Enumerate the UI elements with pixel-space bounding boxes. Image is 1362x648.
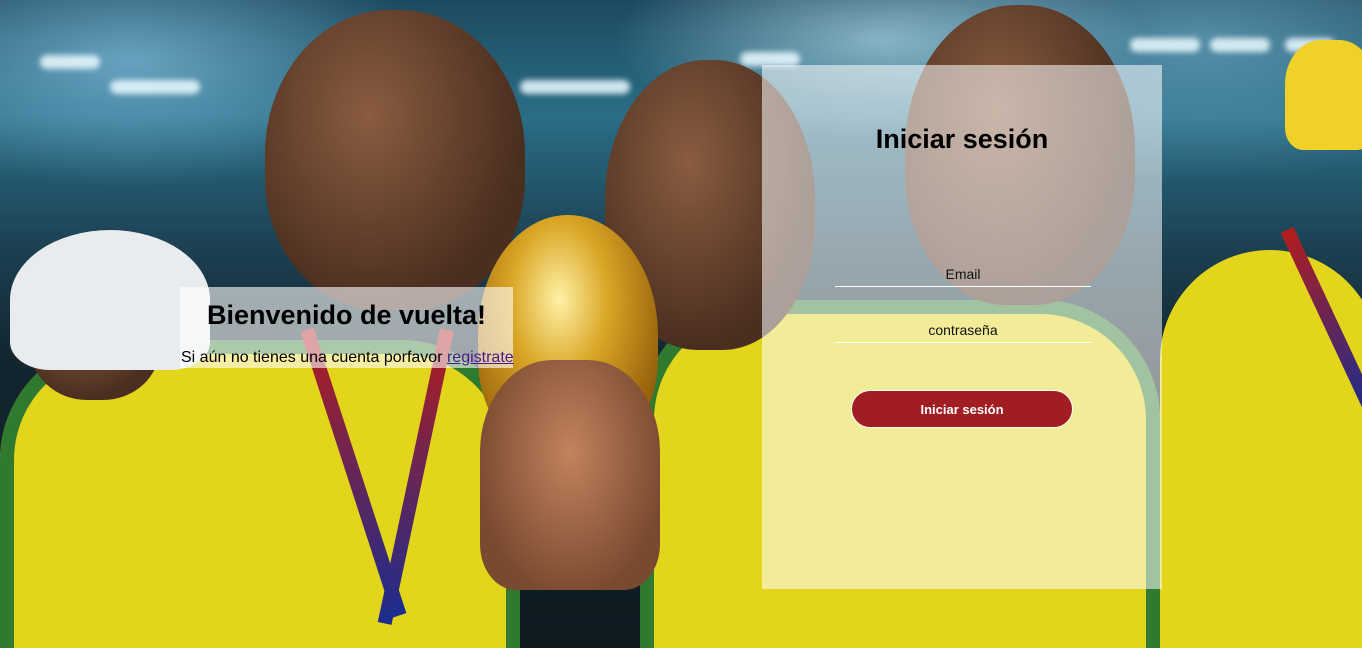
email-field[interactable] [835,262,1091,287]
welcome-message: Si aún no tienes una cuenta porfavor reg… [181,349,514,367]
welcome-message-text: Si aún no tienes una cuenta porfavor [181,349,443,366]
stadium-light [40,55,100,69]
player-head [265,10,525,310]
stadium-light [740,52,800,66]
password-field[interactable] [835,318,1091,343]
login-title: Iniciar sesión [875,124,1049,154]
stadium-light [520,80,630,94]
stadium-light [1210,38,1270,52]
hand [480,360,660,590]
register-link[interactable]: registrate [447,349,514,366]
welcome-title: Bienvenido de vuelta! [206,300,487,330]
login-button[interactable]: Iniciar sesión [851,390,1073,428]
stadium-light [1130,38,1200,52]
login-panel: Iniciar sesión Iniciar sesión [762,65,1162,589]
stadium-light [110,80,200,94]
yellow-cap [1285,40,1362,150]
